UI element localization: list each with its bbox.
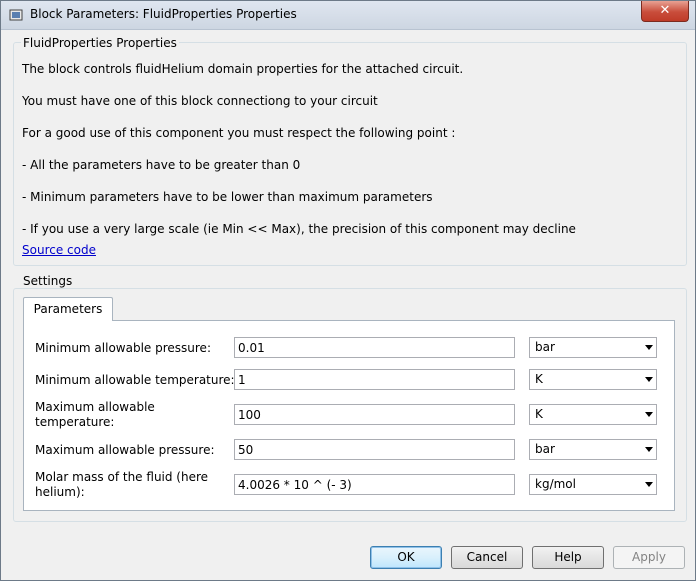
min-temperature-input[interactable] <box>234 369 515 390</box>
close-button[interactable]: ✕ <box>641 1 689 22</box>
max-temperature-unit-select[interactable]: K <box>529 404 657 425</box>
chevron-down-icon <box>645 412 653 417</box>
description-line: You must have one of this block connecti… <box>22 94 378 108</box>
description-line: For a good use of this component you mus… <box>22 126 456 140</box>
tab-parameters-label: Parameters <box>33 302 103 316</box>
description-line: The block controls fluidHelium domain pr… <box>22 62 464 76</box>
unit-value: K <box>535 372 543 386</box>
unit-value: K <box>535 407 543 421</box>
title-bar[interactable]: Block Parameters: FluidProperties Proper… <box>1 1 695 30</box>
min-pressure-input[interactable] <box>234 337 515 358</box>
max-pressure-input[interactable] <box>234 439 515 460</box>
param-label: Molar mass of the fluid (here helium): <box>35 470 209 499</box>
molar-mass-unit-select[interactable]: kg/mol <box>529 474 657 495</box>
ok-button[interactable]: OK <box>370 546 442 569</box>
max-pressure-unit-select[interactable]: bar <box>529 439 657 460</box>
tab-parameters[interactable]: Parameters <box>23 297 113 321</box>
parameters-panel: Minimum allowable pressure: bar Minimum … <box>23 320 675 511</box>
source-code-link[interactable]: Source code <box>22 243 96 257</box>
simulink-block-icon <box>9 9 23 21</box>
close-icon: ✕ <box>659 3 671 18</box>
chevron-down-icon <box>645 345 653 350</box>
chevron-down-icon <box>645 447 653 452</box>
chevron-down-icon <box>645 377 653 382</box>
param-label: Minimum allowable pressure: <box>35 341 211 355</box>
chevron-down-icon <box>645 482 653 487</box>
param-label: Maximum allowable pressure: <box>35 443 215 457</box>
max-temperature-input[interactable] <box>234 404 515 425</box>
description-line: - If you use a very large scale (ie Min … <box>22 222 576 236</box>
min-temperature-unit-select[interactable]: K <box>529 369 657 390</box>
help-button[interactable]: Help <box>532 546 604 569</box>
molar-mass-input[interactable] <box>234 474 515 495</box>
unit-value: kg/mol <box>535 477 576 491</box>
description-line: - Minimum parameters have to be lower th… <box>22 190 433 204</box>
apply-button[interactable]: Apply <box>613 546 685 569</box>
dialog-content: FluidProperties Properties The block con… <box>9 31 689 571</box>
description-group-title: FluidProperties Properties <box>21 36 179 50</box>
param-label: Maximum allowable temperature: <box>35 400 155 429</box>
dialog-window: Block Parameters: FluidProperties Proper… <box>0 0 696 581</box>
min-pressure-unit-select[interactable]: bar <box>529 337 657 358</box>
window-title: Block Parameters: FluidProperties Proper… <box>30 7 297 21</box>
description-line: - All the parameters have to be greater … <box>22 158 301 172</box>
unit-value: bar <box>535 340 555 354</box>
settings-group-title: Settings <box>21 274 75 288</box>
cancel-button[interactable]: Cancel <box>451 546 523 569</box>
unit-value: bar <box>535 442 555 456</box>
param-label: Minimum allowable temperature: <box>35 373 235 387</box>
